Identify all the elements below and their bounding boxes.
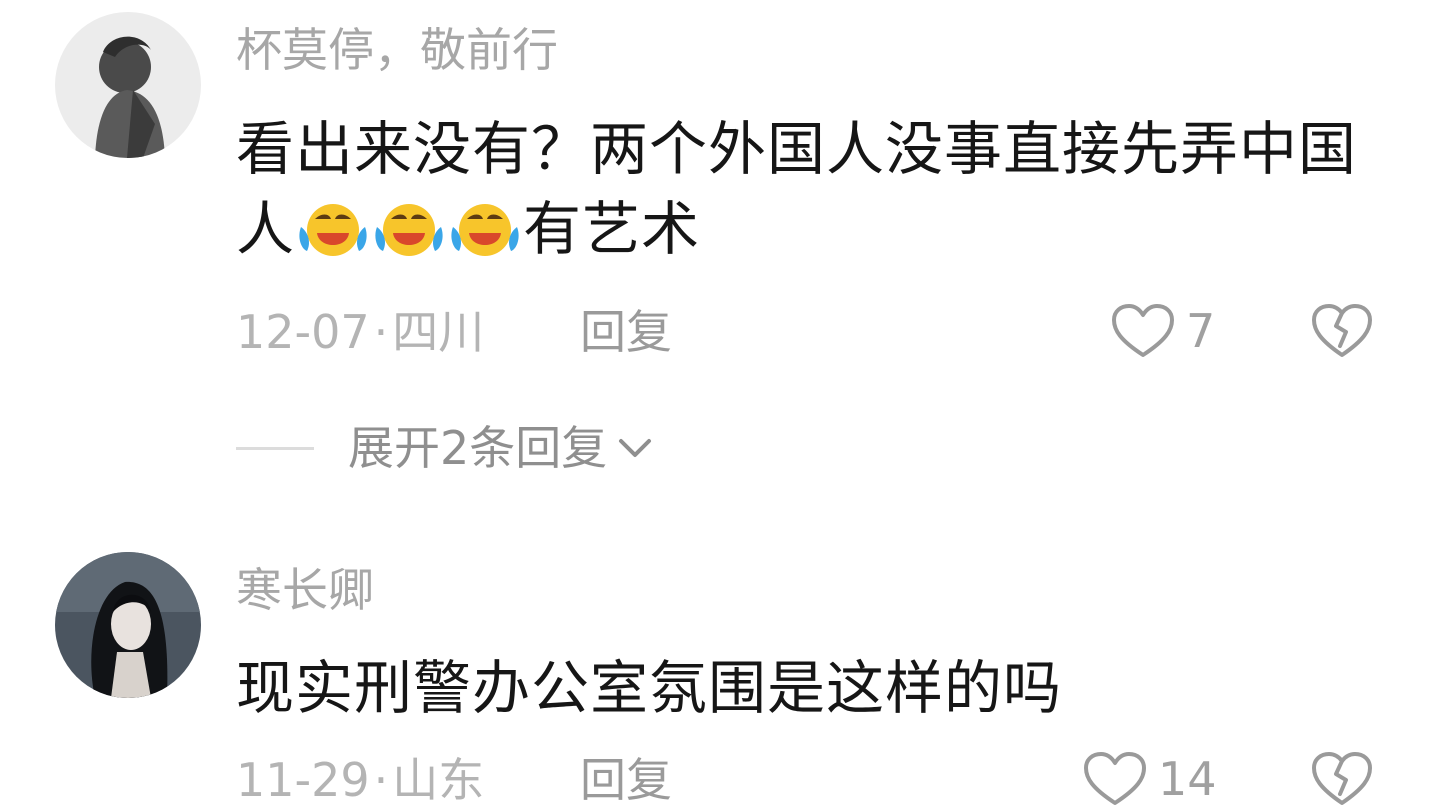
broken-heart-icon	[1312, 752, 1372, 805]
comment-meta: 11-29·山东	[236, 757, 484, 803]
comment-date: 11-29	[236, 753, 370, 807]
avatar-image	[55, 552, 201, 698]
heart-icon	[1084, 752, 1146, 805]
username[interactable]: 寒长卿	[236, 567, 374, 613]
expand-replies-label: 展开2条回复	[348, 421, 608, 475]
username[interactable]: 杯莫停，敬前行	[236, 27, 558, 73]
laugh-cry-emoji	[299, 204, 367, 256]
like-button[interactable]: 14	[1082, 750, 1217, 808]
dislike-button[interactable]	[1310, 750, 1374, 808]
comment-text: 现实刑警办公室氛围是这样的吗	[236, 654, 1063, 722]
avatar[interactable]	[55, 552, 201, 698]
like-count: 14	[1158, 752, 1217, 806]
meta-separator: ·	[373, 305, 389, 359]
heart-icon	[1112, 304, 1174, 357]
comment-text-part: 有艺术	[523, 195, 701, 263]
like-count: 7	[1186, 304, 1216, 358]
expand-replies-button[interactable]: 展开2条回复	[236, 425, 655, 471]
laugh-cry-emoji	[451, 204, 519, 256]
avatar[interactable]	[55, 12, 201, 158]
expand-divider-line	[236, 446, 314, 450]
emoji-group	[295, 195, 523, 263]
dislike-button[interactable]	[1310, 302, 1374, 360]
broken-heart-icon	[1312, 304, 1372, 357]
comment-text: 看出来没有？两个外国人没事直接先弄中国人 有艺术	[236, 109, 1376, 269]
laugh-cry-emoji	[375, 204, 443, 256]
comment-date: 12-07	[236, 305, 370, 359]
avatar-image	[55, 12, 201, 158]
comment-location: 四川	[392, 305, 485, 359]
comment-location: 山东	[392, 753, 485, 807]
meta-separator: ·	[373, 753, 389, 807]
reply-button[interactable]: 回复	[580, 757, 672, 803]
reply-button[interactable]: 回复	[580, 309, 672, 355]
like-button[interactable]: 7	[1110, 302, 1215, 360]
comment-meta: 12-07·四川	[236, 309, 484, 355]
chevron-down-icon	[619, 439, 652, 457]
